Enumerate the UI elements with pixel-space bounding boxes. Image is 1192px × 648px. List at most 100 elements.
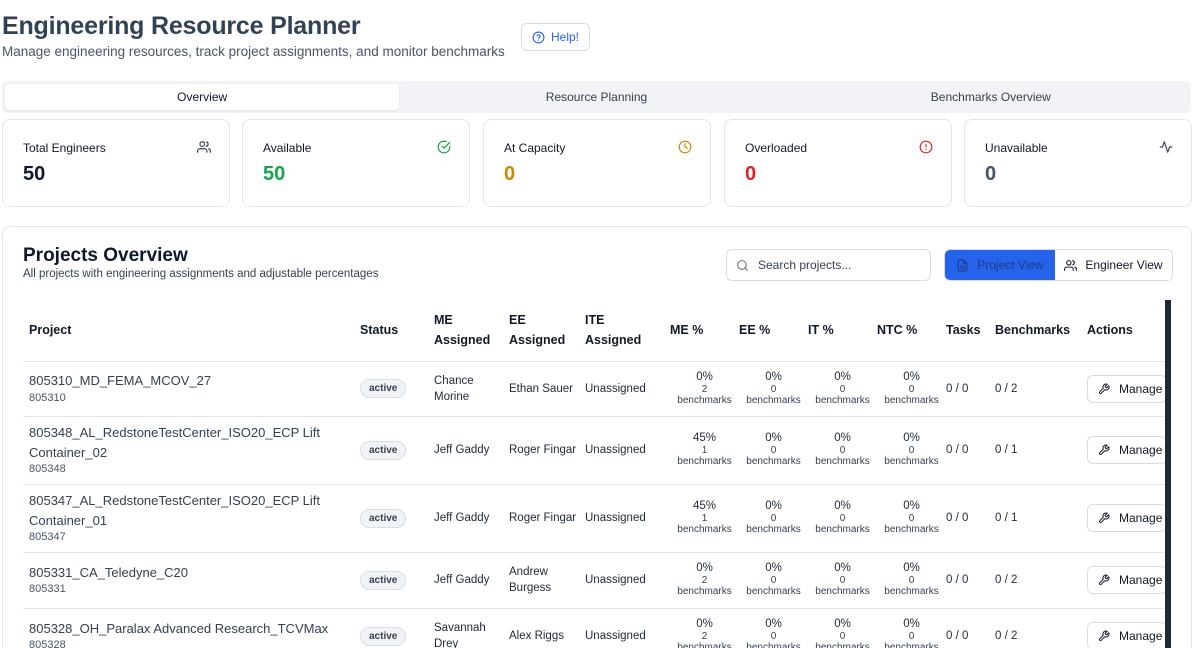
benchmarks-cell: 0 / 1 <box>995 484 1087 553</box>
me-pct-cell: 0% 2 benchmarks <box>670 552 739 609</box>
project-id: 805331 <box>29 583 66 596</box>
col-actions: Actions <box>1087 299 1171 362</box>
benchmarks-label: benchmarks <box>677 642 732 648</box>
search-input[interactable] <box>758 258 918 272</box>
benchmarks-label: benchmarks <box>815 456 870 467</box>
users-icon <box>1064 259 1078 271</box>
it-benchmark-count: 0 <box>839 383 846 395</box>
project-name[interactable]: 805348_AL_RedstoneTestCenter_ISO20_ECP L… <box>29 423 360 462</box>
project-name[interactable]: 805331_CA_Teledyne_C20 <box>29 563 360 583</box>
benchmarks-label: benchmarks <box>884 642 939 648</box>
status-cell: active <box>360 416 434 485</box>
ntc-pct-value[interactable]: 0% <box>877 432 946 445</box>
table-scrollbar[interactable] <box>1165 300 1171 648</box>
project-name[interactable]: 805328_OH_Paralax Advanced Research_TCVM… <box>29 619 360 639</box>
benchmarks-label: benchmarks <box>677 524 732 535</box>
ee-pct-value[interactable]: 0% <box>739 432 808 445</box>
col-ee-assigned-line2: Assigned <box>509 332 566 347</box>
me-pct-value[interactable]: 0% <box>670 562 739 575</box>
col-it-pct: IT % <box>808 299 877 362</box>
manage-button[interactable]: Manage <box>1087 566 1167 594</box>
it-pct-value[interactable]: 0% <box>808 500 877 513</box>
me-pct-value[interactable]: 45% <box>670 500 739 513</box>
stat-card-total-engineers: Total Engineers 50 <box>2 119 230 207</box>
ntc-benchmark-count: 0 <box>908 631 915 642</box>
col-ite-assigned-line1: ITE <box>585 312 605 327</box>
ntc-pct-value[interactable]: 0% <box>877 371 946 384</box>
me-pct-cell: 0% 2 benchmarks <box>670 608 739 648</box>
col-ee-pct: EE % <box>739 299 808 362</box>
tab-overview[interactable]: Overview <box>5 84 400 110</box>
help-label: Help! <box>550 30 579 44</box>
manage-button[interactable]: Manage <box>1087 436 1167 464</box>
col-tasks: Tasks <box>946 299 995 362</box>
projects-table-container[interactable]: Project Status ME Assigned EE Assigned ITE… <box>23 299 1171 648</box>
stat-value: 50 <box>23 163 46 185</box>
projects-subtitle: All projects with engineering assignment… <box>23 268 379 280</box>
tab-resource-planning[interactable]: Resource Planning <box>399 84 793 110</box>
col-me-assigned: ME Assigned <box>434 299 509 362</box>
me-pct-value[interactable]: 0% <box>670 618 739 631</box>
me-assigned-cell: Jeff Gaddy <box>434 552 509 609</box>
ee-assigned-cell: Andrew Burgess <box>509 552 585 609</box>
me-pct-cell: 0% 2 benchmarks <box>670 361 739 417</box>
ite-assigned-cell: Unassigned <box>585 484 670 553</box>
table-header-row: Project Status ME Assigned EE Assigned ITE… <box>23 299 1171 362</box>
it-pct-cell: 0% 0 benchmarks <box>808 608 877 648</box>
benchmarks-label: benchmarks <box>746 456 801 467</box>
manage-button[interactable]: Manage <box>1087 622 1167 648</box>
stat-label: Available <box>263 141 312 155</box>
benchmarks-label: benchmarks <box>746 524 801 535</box>
ntc-pct-cell: 0% 0 benchmarks <box>877 608 946 648</box>
ntc-pct-value[interactable]: 0% <box>877 500 946 513</box>
search-icon <box>737 259 748 271</box>
project-name[interactable]: 805310_MD_FEMA_MCOV_27 <box>29 371 360 391</box>
help-button[interactable]: Help! <box>521 23 590 51</box>
it-pct-value[interactable]: 0% <box>808 432 877 445</box>
ntc-benchmark-count: 0 <box>908 575 915 586</box>
tasks-cell: 0 / 0 <box>946 608 995 648</box>
manage-label: Manage <box>1119 381 1163 396</box>
manage-button[interactable]: Manage <box>1087 504 1167 532</box>
project-cell: 805348_AL_RedstoneTestCenter_ISO20_ECP L… <box>23 416 360 485</box>
table-row: 805331_CA_Teledyne_C20 805331 active Jef… <box>23 552 1171 609</box>
ee-pct-cell: 0% 0 benchmarks <box>739 416 808 485</box>
manage-button[interactable]: Manage <box>1087 374 1167 403</box>
engineer-view-button[interactable]: Engineer View <box>1055 250 1172 280</box>
benchmarks-label: benchmarks <box>884 394 939 406</box>
it-pct-cell: 0% 0 benchmarks <box>808 484 877 553</box>
ee-pct-value[interactable]: 0% <box>739 371 808 384</box>
col-ee-assigned: EE Assigned <box>509 299 585 362</box>
ntc-benchmark-count: 0 <box>908 445 915 456</box>
me-pct-value[interactable]: 45% <box>670 432 739 445</box>
ee-pct-value[interactable]: 0% <box>739 562 808 575</box>
project-cell: 805331_CA_Teledyne_C20 805331 <box>23 552 360 609</box>
me-benchmark-count: 2 <box>701 575 708 586</box>
ntc-pct-value[interactable]: 0% <box>877 618 946 631</box>
ntc-pct-value[interactable]: 0% <box>877 562 946 575</box>
ee-benchmark-count: 0 <box>770 575 777 586</box>
me-pct-value[interactable]: 0% <box>670 371 739 384</box>
tasks-cell: 0 / 0 <box>946 552 995 609</box>
manage-label: Manage <box>1119 573 1163 587</box>
col-me-assigned-line1: ME <box>434 312 453 327</box>
it-pct-value[interactable]: 0% <box>808 618 877 631</box>
project-cell: 805347_AL_RedstoneTestCenter_ISO20_ECP L… <box>23 484 360 553</box>
me-benchmark-count: 1 <box>701 445 708 456</box>
ee-pct-value[interactable]: 0% <box>739 500 808 513</box>
ee-pct-value[interactable]: 0% <box>739 618 808 631</box>
benchmarks-cell: 0 / 2 <box>995 361 1087 417</box>
tab-benchmarks-overview[interactable]: Benchmarks Overview <box>794 84 1188 110</box>
ee-benchmark-count: 0 <box>770 513 777 524</box>
actions-cell: Manage <box>1087 416 1171 485</box>
stat-label: Overloaded <box>745 141 808 155</box>
it-pct-value[interactable]: 0% <box>808 371 877 384</box>
col-me-assigned-line2: Assigned <box>434 332 491 347</box>
project-name[interactable]: 805347_AL_RedstoneTestCenter_ISO20_ECP L… <box>29 491 360 530</box>
it-benchmark-count: 0 <box>839 575 846 586</box>
me-assigned-cell: Jeff Gaddy <box>434 484 509 553</box>
project-view-button[interactable]: Project View <box>945 250 1055 280</box>
project-id: 805348 <box>29 463 66 475</box>
it-pct-value[interactable]: 0% <box>808 562 877 575</box>
status-cell: active <box>360 484 434 553</box>
